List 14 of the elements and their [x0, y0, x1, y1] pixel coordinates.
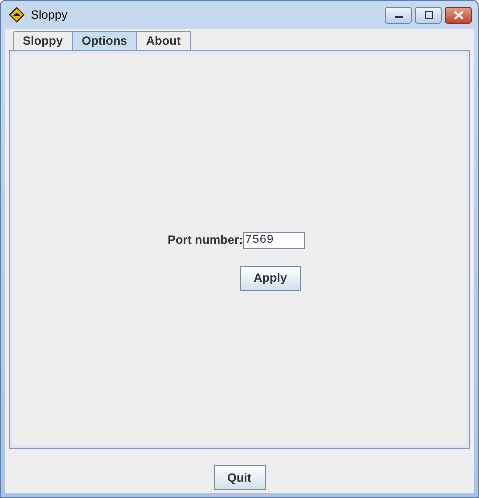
minimize-button[interactable]: [385, 6, 412, 24]
port-label: Port number:: [168, 233, 244, 247]
close-button[interactable]: [445, 6, 472, 24]
app-icon: [9, 7, 25, 23]
tab[interactable]: Sloppy: [13, 31, 74, 50]
maximize-icon: [424, 11, 434, 19]
quit-button[interactable]: Quit: [214, 465, 266, 490]
apply-button[interactable]: Apply: [240, 266, 302, 290]
window-title: Sloppy: [31, 8, 68, 22]
maximize-button[interactable]: [415, 6, 442, 24]
port-field[interactable]: 7569: [243, 232, 306, 248]
tab[interactable]: Options: [72, 31, 138, 50]
close-icon: [454, 10, 464, 20]
tab[interactable]: About: [136, 31, 191, 50]
